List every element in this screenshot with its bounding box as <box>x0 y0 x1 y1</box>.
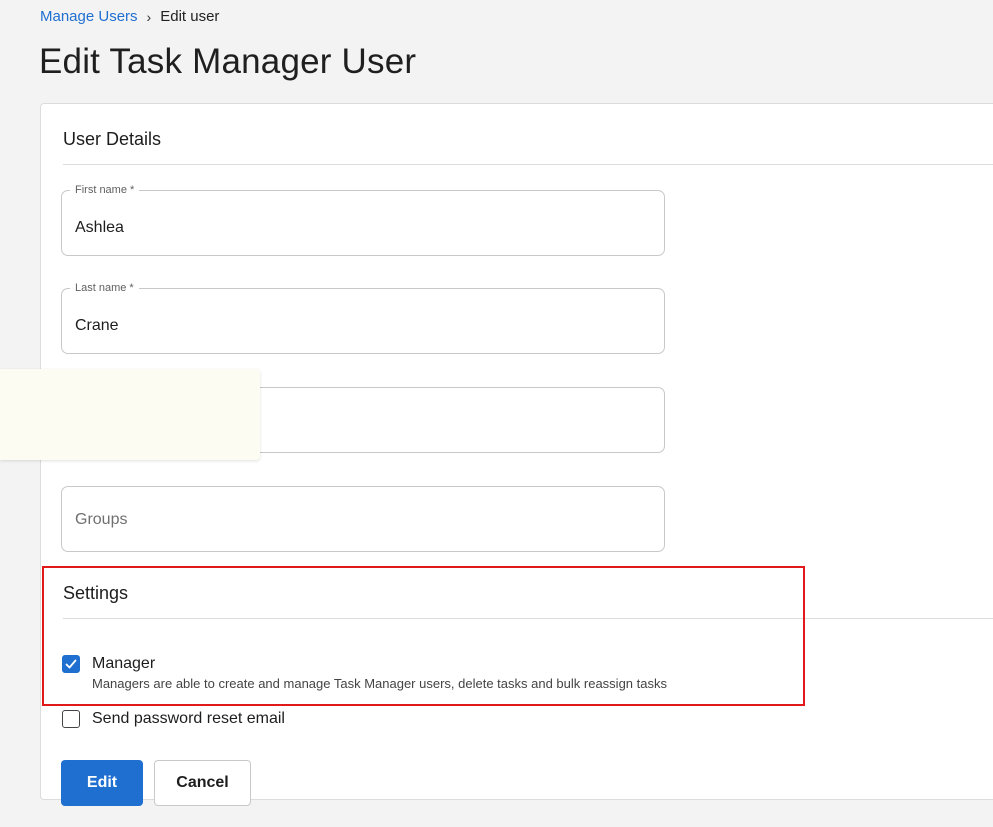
manager-checkbox[interactable] <box>62 655 80 673</box>
first-name-value: Ashlea <box>75 219 124 236</box>
page-title: Edit Task Manager User <box>39 42 417 81</box>
first-name-label: First name * <box>70 184 140 196</box>
check-icon <box>65 659 77 669</box>
manager-option: Manager Managers are able to create and … <box>62 655 667 691</box>
tooltip-popup <box>0 369 260 460</box>
password-reset-label: Send password reset email <box>92 710 285 727</box>
breadcrumb-current: Edit user <box>160 8 220 25</box>
settings-heading: Settings <box>63 583 129 603</box>
section-divider <box>63 618 993 619</box>
password-reset-option: Send password reset email <box>62 710 285 728</box>
first-name-field[interactable]: First name * Ashlea <box>61 184 665 256</box>
manager-label: Manager <box>92 655 156 672</box>
section-divider <box>63 164 993 165</box>
breadcrumb: Manage Users › Edit user <box>40 8 219 25</box>
edit-button[interactable]: Edit <box>61 760 143 806</box>
breadcrumb-manage-users-link[interactable]: Manage Users <box>40 8 138 25</box>
user-details-heading: User Details <box>63 129 162 149</box>
password-reset-checkbox[interactable] <box>62 710 80 728</box>
last-name-label: Last name * <box>70 282 139 294</box>
groups-field[interactable]: Groups <box>61 486 665 552</box>
last-name-field[interactable]: Last name * Crane <box>61 282 665 354</box>
breadcrumb-separator: › <box>146 8 152 25</box>
last-name-value: Crane <box>75 317 119 334</box>
groups-placeholder: Groups <box>75 511 128 528</box>
manager-description: Managers are able to create and manage T… <box>92 676 667 691</box>
cancel-button[interactable]: Cancel <box>154 760 251 806</box>
